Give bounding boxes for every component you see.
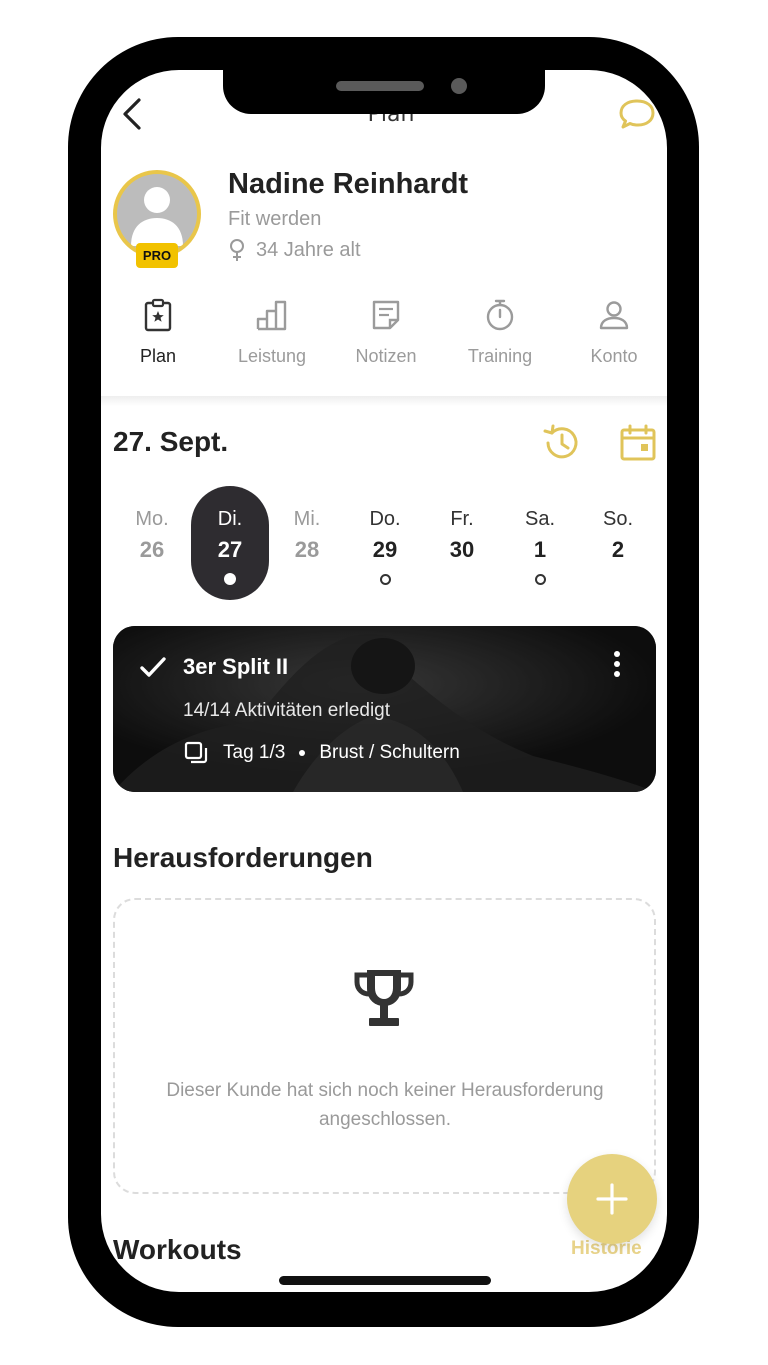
day-name: Sa. (524, 508, 556, 530)
user-name: Nadine Reinhardt (228, 168, 469, 200)
tab-notizen-label: Notizen (355, 346, 417, 366)
challenges-empty-text: Dieser Kunde hat sich noch keiner Heraus… (166, 1080, 604, 1130)
tab-training-label: Training (467, 346, 533, 366)
camera (451, 78, 467, 94)
trophy-icon (353, 966, 415, 1030)
chat-button[interactable] (617, 96, 657, 132)
planned-workout-dot (535, 574, 546, 585)
workouts-title: Workouts (113, 1234, 242, 1265)
person-silhouette-icon (131, 187, 183, 246)
pro-badge: PRO (136, 243, 178, 268)
calendar-button[interactable] (617, 422, 659, 464)
completed-workout-dot (224, 573, 236, 585)
tab-konto-label: Konto (590, 346, 638, 366)
day-name: Di. (217, 508, 243, 530)
day-mi[interactable]: Mi. 28 (268, 486, 346, 600)
header-divider (101, 396, 667, 406)
challenges-empty-box (113, 898, 656, 1194)
separator-dot (299, 750, 306, 756)
user-age: 34 Jahre alt (256, 238, 361, 261)
tab-konto[interactable]: Konto (557, 292, 667, 382)
note-icon (372, 300, 400, 330)
day-number: 28 (294, 537, 320, 562)
day-name: Mo. (135, 508, 169, 530)
day-name: Do. (369, 508, 401, 530)
planned-workout-dot (380, 574, 391, 585)
tab-leistung-label: Leistung (237, 346, 307, 366)
day-fr[interactable]: Fr. 30 (423, 486, 501, 600)
calendar-icon (620, 424, 656, 461)
day-number: 26 (139, 537, 165, 562)
day-number: 1 (533, 537, 547, 562)
day-so[interactable]: So. 2 (579, 486, 657, 600)
female-symbol-icon (230, 239, 244, 261)
day-di[interactable]: Di. 27 (191, 486, 269, 600)
tab-plan-label: Plan (139, 346, 177, 366)
profile-tabs: Plan Leistung Notizen Training Konto (101, 292, 667, 392)
day-name: Fr. (450, 508, 474, 530)
add-button[interactable] (567, 1154, 657, 1244)
speaker (336, 81, 424, 91)
person-icon (599, 301, 629, 330)
stopwatch-icon (486, 299, 514, 331)
history-button[interactable] (541, 422, 583, 464)
back-button[interactable] (119, 96, 147, 132)
plus-icon (596, 1183, 628, 1215)
workout-card[interactable]: 3er Split II 14/14 Aktivitäten erledigt … (113, 626, 656, 792)
user-goal: Fit werden (228, 208, 322, 230)
tab-notizen[interactable]: Notizen (329, 292, 443, 382)
workout-day: Tag 1/3 (223, 742, 286, 763)
workout-progress: 14/14 Aktivitäten erledigt (183, 700, 391, 721)
workout-focus: Brust / Schultern (319, 742, 460, 763)
clipboard-star-icon (144, 298, 172, 332)
more-options-button[interactable] (605, 648, 629, 682)
kebab-menu-icon (614, 651, 620, 677)
day-number: 2 (611, 537, 625, 562)
history-clock-icon (543, 424, 578, 459)
day-sa[interactable]: Sa. 1 (501, 486, 579, 600)
day-name: Mi. (293, 508, 321, 530)
user-age-row: 34 Jahre alt (228, 236, 361, 264)
selected-date-title: 27. Sept. (113, 426, 229, 457)
copy-pages-icon (184, 741, 208, 764)
workout-title: 3er Split II (183, 654, 289, 679)
day-number: 30 (449, 537, 475, 562)
completed-check-icon (139, 654, 167, 680)
day-mo[interactable]: Mo. 26 (113, 486, 191, 600)
phone-notch (223, 70, 545, 114)
home-indicator (279, 1276, 491, 1285)
workout-meta: Tag 1/3 Brust / Schultern (183, 738, 460, 768)
week-strip: Mo. 26 Di. 27 Mi. 28 Do. 29 Fr. 30 Sa. 1… (113, 486, 657, 602)
app-screen: Plan PRO Nadine Reinhardt Fit werden 34 … (101, 70, 667, 1292)
tab-plan[interactable]: Plan (101, 292, 215, 382)
chevron-left-icon (123, 98, 141, 130)
day-name: So. (602, 508, 634, 530)
day-number: 29 (372, 537, 398, 562)
bar-chart-icon (256, 300, 287, 331)
challenges-title: Herausforderungen (113, 842, 373, 873)
tab-training[interactable]: Training (443, 292, 557, 382)
chat-bubble-icon (619, 99, 655, 129)
tab-leistung[interactable]: Leistung (215, 292, 329, 382)
day-number: 27 (217, 537, 243, 562)
day-do[interactable]: Do. 29 (346, 486, 424, 600)
